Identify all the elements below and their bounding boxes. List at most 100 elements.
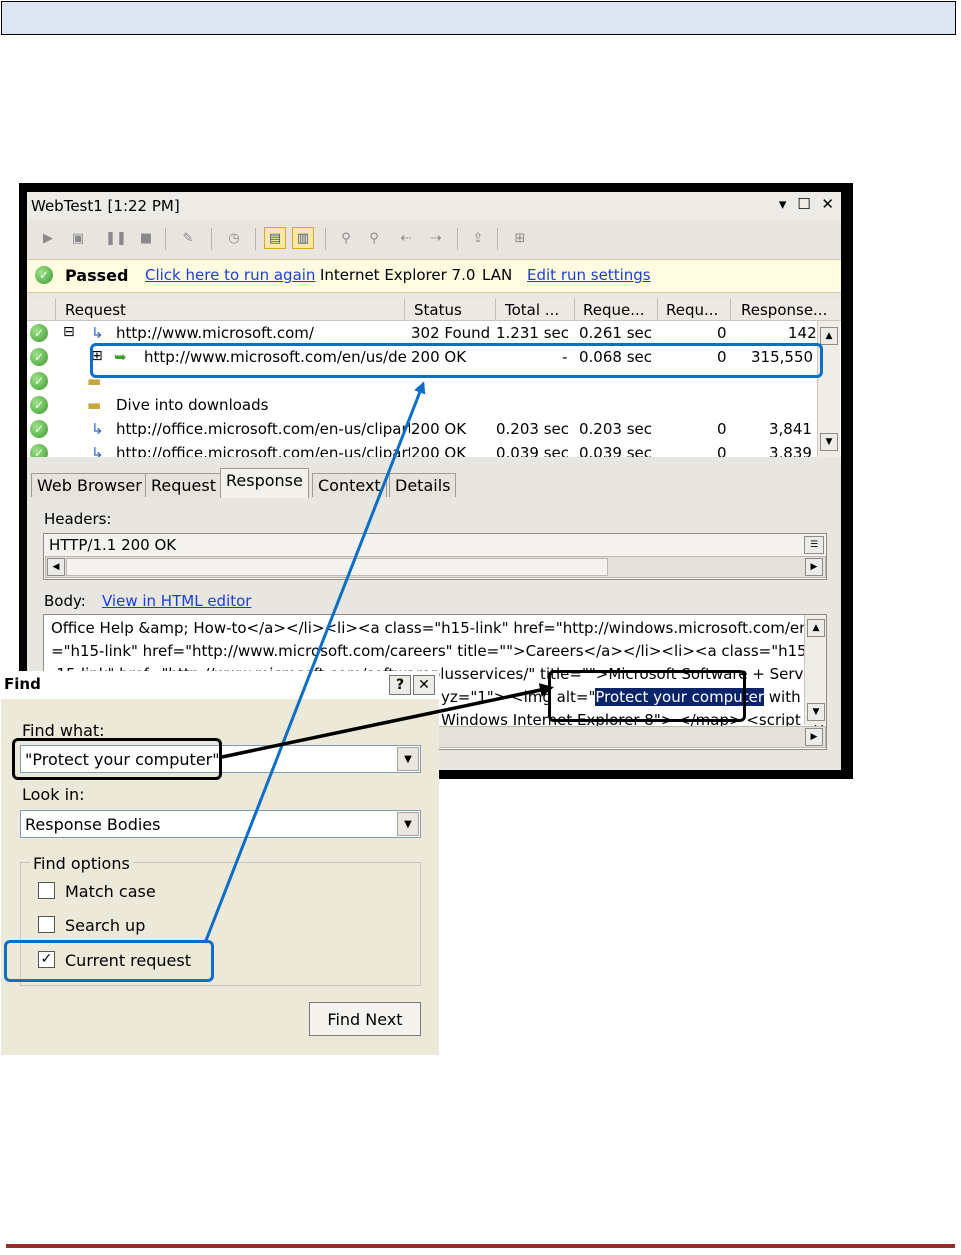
scroll-up-icon[interactable]: ▲ bbox=[807, 619, 825, 637]
col-response-size[interactable]: Response... bbox=[741, 301, 827, 319]
step-icon[interactable]: ▣ bbox=[67, 227, 89, 249]
run-icon[interactable]: ▶ bbox=[37, 227, 59, 249]
table-row[interactable]: ✓ ↳ http://office.microsoft.com/en-us/cl… bbox=[27, 441, 817, 457]
next-icon[interactable]: ⇢ bbox=[425, 227, 447, 249]
find-title: Find bbox=[4, 675, 41, 693]
look-in-combo[interactable]: Response Bodies ▼ bbox=[20, 810, 421, 838]
match-case-checkbox[interactable] bbox=[38, 882, 55, 899]
chevron-down-icon[interactable]: ▼ bbox=[397, 812, 419, 836]
result-status-bar: ✓ Passed Click here to run again Interne… bbox=[27, 259, 841, 293]
pause-icon[interactable]: ❚❚ bbox=[105, 227, 127, 249]
scroll-left-icon[interactable]: ◀ bbox=[47, 558, 65, 576]
highlight-redirect-row bbox=[90, 343, 823, 378]
table-row[interactable]: ✓ ▬ Dive into downloads bbox=[27, 393, 817, 417]
find-icon[interactable]: ⚲ bbox=[335, 227, 357, 249]
headers-label: Headers: bbox=[44, 510, 112, 528]
col-total-time[interactable]: Total ... bbox=[505, 301, 559, 319]
previous-icon[interactable]: ⇠ bbox=[395, 227, 417, 249]
highlight-find-what bbox=[12, 738, 222, 780]
help-button[interactable]: ? bbox=[389, 675, 411, 695]
close-button[interactable]: ✕ bbox=[413, 675, 435, 695]
column-separator bbox=[404, 298, 405, 320]
window-title-bar: WebTest1 [1:22 PM] ▾ ☐ ✕ bbox=[27, 192, 841, 220]
cell-url: Dive into downloads bbox=[116, 396, 269, 414]
layout-horizontal-icon[interactable]: ▤ bbox=[264, 227, 286, 249]
request-icon: ↳ bbox=[91, 444, 104, 457]
headers-value: HTTP/1.1 200 OK bbox=[49, 536, 177, 554]
edit-run-settings-link[interactable]: Edit run settings bbox=[527, 266, 651, 284]
table-row[interactable]: ✓ ↳ http://office.microsoft.com/en-us/cl… bbox=[27, 417, 817, 441]
passed-icon: ✓ bbox=[30, 324, 48, 342]
search-up-checkbox[interactable] bbox=[38, 916, 55, 933]
scroll-thumb[interactable] bbox=[66, 558, 608, 576]
cell-request-size: 0 bbox=[717, 420, 727, 438]
tab-details[interactable]: Details bbox=[389, 473, 457, 497]
cell-request-time: 0.203 sec bbox=[579, 420, 653, 438]
tab-response[interactable]: Response bbox=[220, 468, 309, 498]
cell-url: http://office.microsoft.com/en-us/clipar… bbox=[116, 420, 410, 438]
col-request-size[interactable]: Requ... bbox=[666, 301, 718, 319]
passed-icon: ✓ bbox=[35, 266, 53, 284]
detail-tabs: Web Browser Request Response Context Det… bbox=[27, 468, 841, 498]
headers-horizontal-scrollbar[interactable]: ◀ ▶ bbox=[45, 556, 826, 578]
col-status[interactable]: Status bbox=[414, 301, 462, 319]
document-header-bar bbox=[1, 1, 956, 35]
cell-total: 0.203 sec bbox=[496, 420, 570, 438]
find-next-icon[interactable]: ⚲ bbox=[363, 227, 385, 249]
cell-request-time: 0.039 sec bbox=[579, 444, 653, 457]
scroll-down-icon[interactable]: ▼ bbox=[807, 703, 825, 721]
toolbar-separator bbox=[165, 228, 166, 250]
stop-icon[interactable]: ■ bbox=[135, 227, 157, 249]
col-request-time[interactable]: Reque... bbox=[583, 301, 645, 319]
body-label: Body: bbox=[44, 592, 86, 610]
timer-icon[interactable]: ◷ bbox=[223, 227, 245, 249]
toolbar-separator bbox=[457, 228, 458, 250]
scroll-up-icon[interactable]: ▲ bbox=[820, 327, 838, 345]
cell-status: 302 Found bbox=[411, 324, 491, 342]
cell-request-time: 0.261 sec bbox=[579, 324, 653, 342]
tab-request[interactable]: Request bbox=[145, 473, 222, 497]
run-again-link[interactable]: Click here to run again bbox=[145, 266, 315, 284]
column-separator bbox=[495, 298, 496, 320]
find-title-bar: Find ? ✕ bbox=[1, 671, 439, 699]
cell-status: 200 OK bbox=[411, 444, 467, 457]
network-label: LAN bbox=[482, 266, 513, 284]
scroll-right-icon[interactable]: ▶ bbox=[805, 728, 823, 746]
toolbar-separator bbox=[325, 228, 326, 250]
view-html-editor-link[interactable]: View in HTML editor bbox=[102, 592, 251, 610]
passed-icon: ✓ bbox=[30, 444, 48, 457]
cell-total: 1.231 sec bbox=[496, 324, 570, 342]
splitter-icon[interactable]: ☰ bbox=[804, 536, 824, 554]
table-row[interactable]: ✓ ⊟ ↳ http://www.microsoft.com/ 302 Foun… bbox=[27, 321, 817, 345]
toolbar-separator bbox=[497, 228, 498, 250]
toolbar-separator bbox=[211, 228, 212, 250]
scroll-down-icon[interactable]: ▼ bbox=[820, 433, 838, 451]
edit-test-icon[interactable]: ✎ bbox=[177, 227, 199, 249]
highlight-search-match bbox=[548, 670, 746, 722]
grid-header: Request Status Total ... Reque... Requ..… bbox=[27, 298, 841, 321]
passed-icon: ✓ bbox=[30, 372, 48, 390]
column-separator bbox=[730, 298, 731, 320]
tree-toggle[interactable]: ⊟ bbox=[63, 324, 75, 340]
export-icon[interactable]: ⇪ bbox=[467, 227, 489, 249]
results-icon[interactable]: ⊞ bbox=[509, 227, 531, 249]
tab-web-browser[interactable]: Web Browser bbox=[31, 473, 148, 497]
body-line: Office Help &amp; How-to</a></li><li><a … bbox=[51, 619, 826, 637]
grid-vertical-scrollbar[interactable]: ▲ ▼ bbox=[817, 321, 840, 457]
scroll-right-icon[interactable]: ▶ bbox=[805, 558, 823, 576]
cell-request-size: 0 bbox=[717, 324, 727, 342]
find-dialog: Find ? ✕ Find what: "Protect your comput… bbox=[1, 671, 439, 1055]
find-next-button[interactable]: Find Next bbox=[309, 1002, 421, 1036]
tab-context[interactable]: Context bbox=[312, 473, 387, 497]
col-request[interactable]: Request bbox=[65, 301, 126, 319]
result-text: Passed bbox=[65, 266, 129, 285]
layout-vertical-icon[interactable]: ▥ bbox=[292, 227, 314, 249]
cell-response-size: 142 bbox=[788, 324, 817, 342]
cell-url: http://www.microsoft.com/ bbox=[116, 324, 314, 342]
chevron-down-icon[interactable]: ▼ bbox=[397, 747, 419, 771]
headers-box[interactable]: HTTP/1.1 200 OK ☰ ◀ ▶ bbox=[43, 533, 827, 580]
search-up-label[interactable]: Search up bbox=[65, 916, 145, 935]
body-vertical-scrollbar[interactable]: ▲ ▼ bbox=[804, 615, 826, 725]
window-controls[interactable]: ▾ ☐ ✕ bbox=[779, 195, 837, 213]
match-case-label[interactable]: Match case bbox=[65, 882, 156, 901]
